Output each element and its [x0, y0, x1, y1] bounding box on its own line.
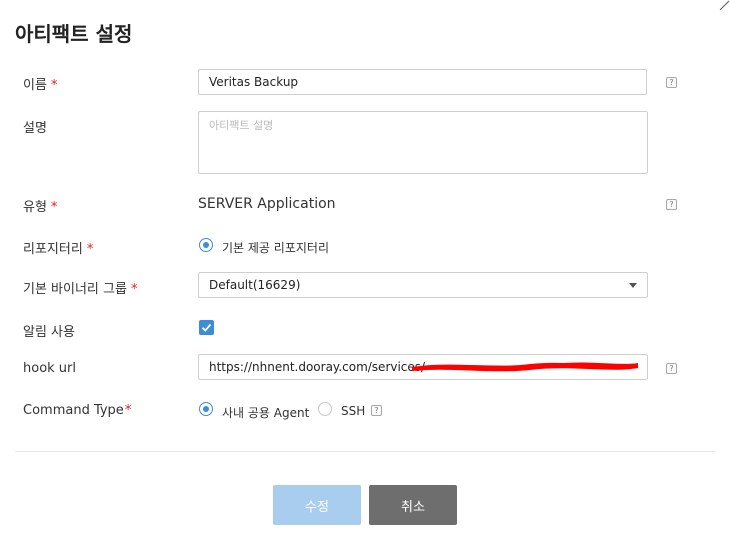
command-type-label: Command Type*	[23, 403, 132, 418]
command-type-ssh-radio[interactable]	[318, 402, 332, 416]
name-label: 이름 *	[23, 78, 58, 93]
cancel-button[interactable]: 취소	[369, 485, 457, 525]
footer-divider	[15, 451, 715, 452]
submit-button[interactable]: 수정	[273, 485, 361, 525]
description-textarea[interactable]: 아티팩트 설명	[198, 111, 648, 174]
command-type-help-icon[interactable]: ?	[371, 405, 382, 416]
chevron-down-icon	[629, 283, 637, 288]
repository-label: 리포지터리 *	[23, 242, 94, 257]
repository-default-radio[interactable]	[199, 238, 213, 252]
type-label: 유형 *	[23, 200, 58, 215]
resize-corner-icon	[719, 0, 730, 11]
command-type-ssh-label: SSH	[341, 404, 366, 418]
redaction-scribble	[412, 362, 638, 372]
name-input[interactable]: Veritas Backup	[198, 69, 647, 95]
hook-url-help-icon[interactable]: ?	[666, 363, 677, 374]
command-type-agent-radio[interactable]	[199, 402, 213, 416]
repository-default-option-label: 기본 제공 리포지터리	[222, 241, 329, 255]
binary-group-selected-value: Default(16629)	[209, 278, 301, 292]
notify-label: 알림 사용	[23, 325, 75, 340]
name-help-icon[interactable]: ?	[666, 77, 677, 88]
binary-group-select[interactable]: Default(16629)	[198, 272, 648, 298]
notify-checkbox[interactable]	[199, 320, 214, 335]
hook-url-label: hook url	[23, 361, 77, 376]
binary-group-label: 기본 바이너리 그룹 *	[23, 282, 138, 297]
description-label: 설명	[23, 121, 47, 136]
check-icon	[201, 323, 212, 332]
dialog-title: 아티팩트 설정	[15, 22, 133, 46]
type-help-icon[interactable]: ?	[666, 199, 677, 210]
command-type-agent-label: 사내 공용 Agent	[222, 406, 310, 420]
type-value: SERVER Application	[198, 196, 336, 212]
